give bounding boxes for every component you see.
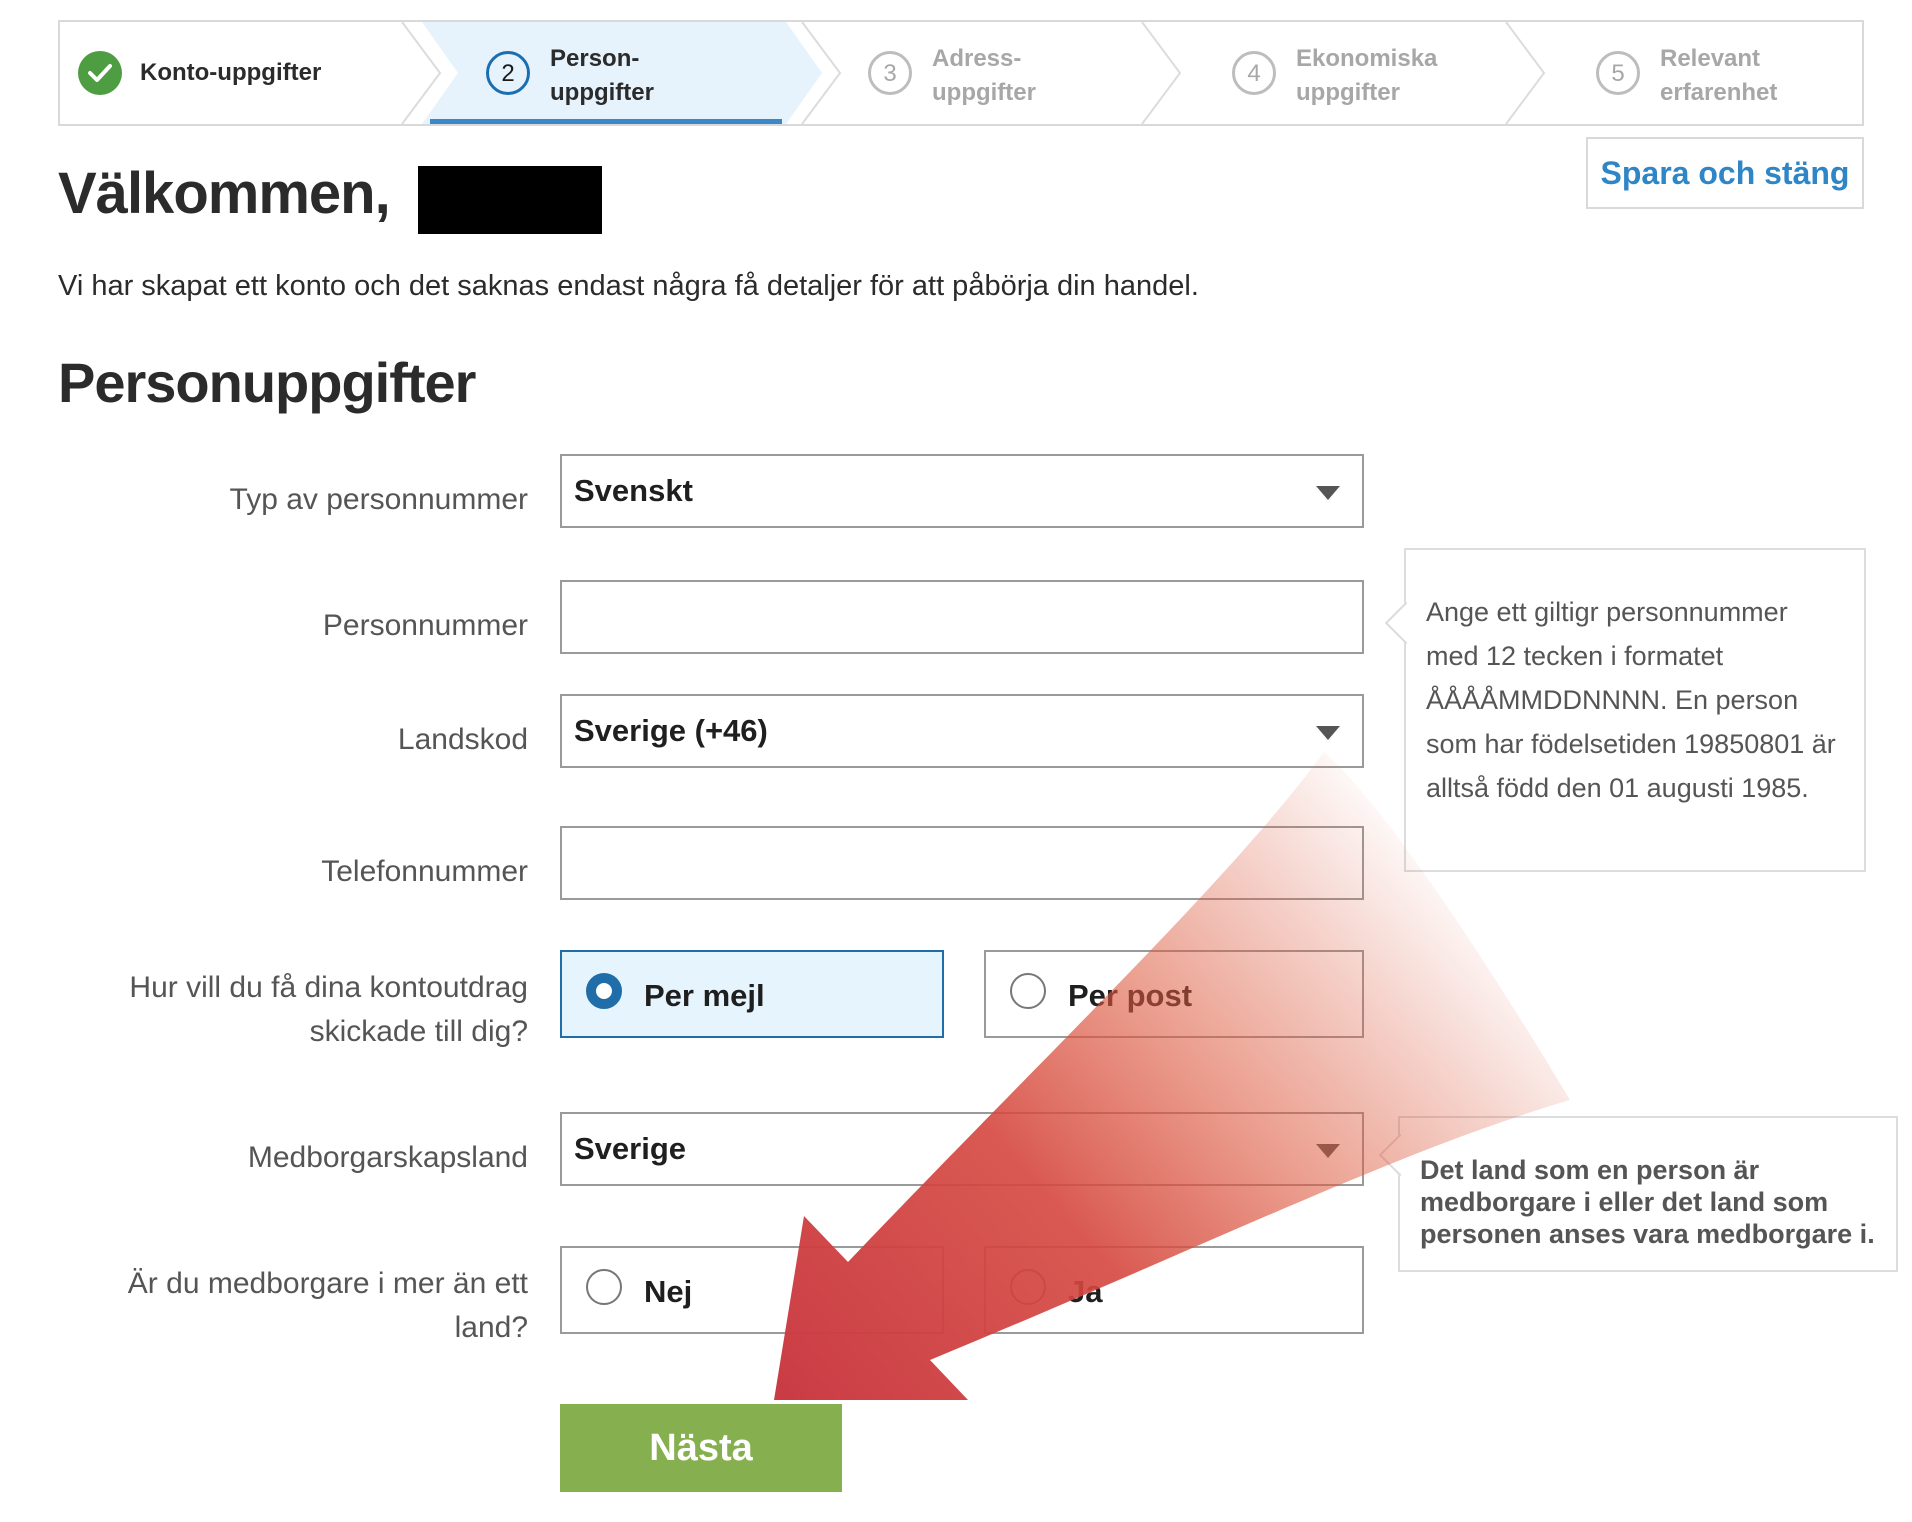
progress-stepper: Konto-uppgifter 2 Person- uppgifter 3 Ad…	[58, 20, 1864, 126]
id-type-label: Typ av personnummer	[229, 483, 528, 516]
save-and-close-button[interactable]: Spara och stäng	[1586, 137, 1864, 209]
step-label: Ekonomiska uppgifter	[1296, 45, 1438, 106]
radio-unselected-icon	[1010, 973, 1046, 1009]
radio-label: Ja	[1068, 1274, 1103, 1309]
radio-selected-icon	[586, 973, 622, 1009]
id-type-select[interactable]: Svenskt	[560, 454, 1364, 528]
intro-text: Vi har skapat ett konto och det saknas e…	[58, 270, 1199, 302]
citizenship-tooltip: Det land som en person är medborgare i e…	[1378, 1116, 1898, 1272]
personal-number-tooltip: Ange ett giltigr personnummer med 12 tec…	[1384, 548, 1866, 872]
phone-label: Telefonnummer	[321, 855, 528, 888]
multi-citizenship-option-yes[interactable]: Ja	[984, 1246, 1364, 1334]
citizenship-select[interactable]: Sverige	[560, 1112, 1364, 1186]
step-divider	[1141, 22, 1182, 124]
step-financial-details[interactable]: 4 Ekonomiska uppgifter	[1200, 22, 1550, 124]
step-label: Konto-uppgifter	[140, 59, 322, 86]
statements-option-email[interactable]: Per mejl	[560, 950, 944, 1038]
radio-label: Per post	[1068, 978, 1193, 1013]
multi-citizenship-option-no[interactable]: Nej	[560, 1246, 944, 1334]
phone-input[interactable]	[560, 826, 1364, 900]
section-title: Personuppgifter	[58, 351, 476, 414]
statements-option-post[interactable]: Per post	[984, 950, 1364, 1038]
step-number: 3	[868, 51, 912, 95]
radio-label: Per mejl	[644, 978, 765, 1013]
welcome-heading: Välkommen,	[58, 161, 391, 226]
next-button[interactable]: Nästa	[560, 1404, 842, 1492]
step-number: 2	[486, 51, 530, 95]
radio-unselected-icon	[1010, 1269, 1046, 1305]
step-address-details[interactable]: 3 Adress- uppgifter	[840, 22, 1190, 124]
caret-down-icon	[1316, 1144, 1340, 1158]
personal-number-input[interactable]	[560, 580, 1364, 654]
step-account-details[interactable]: Konto-uppgifter	[60, 22, 420, 124]
caret-down-icon	[1316, 486, 1340, 500]
step-label: Adress- uppgifter	[932, 45, 1036, 106]
tooltip-pointer	[1378, 1133, 1422, 1177]
country-code-label: Landskod	[397, 723, 528, 756]
redacted-name	[418, 166, 602, 234]
checkmark-icon	[78, 51, 122, 95]
caret-down-icon	[1316, 726, 1340, 740]
id-type-value: Svenskt	[574, 473, 693, 508]
step-personal-details[interactable]: 2 Person- uppgifter	[422, 22, 822, 124]
step-number: 5	[1596, 51, 1640, 95]
step-label: Relevant erfarenhet	[1660, 45, 1778, 106]
step-divider	[801, 22, 842, 124]
country-code-select[interactable]: Sverige (+46)	[560, 694, 1364, 768]
step-divider	[1505, 22, 1546, 124]
tooltip-text: Det land som en person är medborgare i e…	[1420, 1155, 1875, 1249]
country-code-value: Sverige (+46)	[574, 713, 768, 748]
step-label: Person- uppgifter	[550, 45, 654, 106]
tooltip-pointer	[1384, 601, 1428, 645]
step-relevant-experience[interactable]: 5 Relevant erfarenhet	[1560, 22, 1860, 124]
tooltip-text: Ange ett giltigr personnummer med 12 tec…	[1426, 597, 1836, 803]
radio-label: Nej	[644, 1274, 693, 1309]
citizenship-label: Medborgarskapsland	[247, 1141, 528, 1174]
statements-label: Hur vill du få dina kontoutdrag skickade…	[129, 971, 528, 1048]
step-number: 4	[1232, 51, 1276, 95]
multi-citizenship-label: Är du medborgare i mer än ett land?	[127, 1267, 528, 1344]
citizenship-value: Sverige	[574, 1131, 687, 1166]
radio-unselected-icon	[586, 1269, 622, 1305]
personal-number-label: Personnummer	[322, 609, 528, 642]
